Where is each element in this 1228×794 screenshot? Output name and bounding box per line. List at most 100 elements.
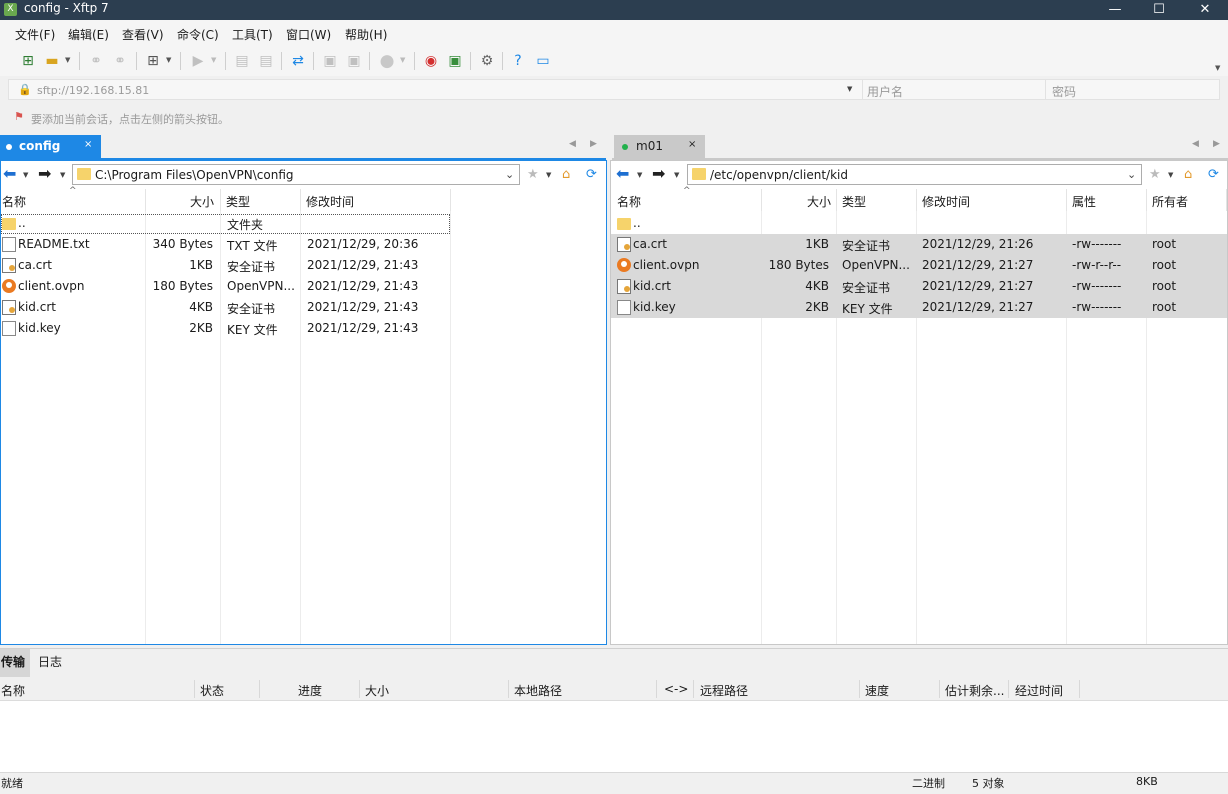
file-row[interactable]: kid.key 2KB KEY 文件 2021/12/29, 21:27 -rw----… — [611, 297, 1227, 318]
col-type[interactable]: 类型 — [837, 189, 917, 211]
tab-close-icon[interactable]: × — [688, 139, 696, 150]
home-icon[interactable]: ⌂ — [1184, 167, 1192, 182]
path-dropdown-icon[interactable]: ⌄ — [1127, 168, 1136, 181]
col-size[interactable]: 大小 — [146, 189, 221, 211]
back-dropdown-icon[interactable]: ▼ — [23, 171, 28, 179]
tcol-status[interactable]: 状态 — [200, 682, 224, 699]
status-circle-icon[interactable]: ● — [377, 51, 397, 71]
document-icon[interactable]: ▤ — [232, 51, 252, 71]
new-tab-icon[interactable]: ⊞ — [143, 51, 163, 71]
favorite-star-icon[interactable]: ★ — [527, 167, 539, 182]
play-icon[interactable]: ▶ — [188, 51, 208, 71]
chat-icon[interactable]: ▭ — [533, 51, 553, 71]
menu-edit[interactable]: 编辑(E) — [68, 26, 109, 43]
col-owner[interactable]: 所有者 — [1147, 189, 1227, 211]
col-modified[interactable]: 修改时间 — [301, 189, 451, 211]
refresh-icon[interactable]: ⟳ — [586, 167, 597, 182]
file-row[interactable]: kid.crt 4KB 安全证书 2021/12/29, 21:43 — [1, 297, 606, 318]
connect-icon[interactable]: ⚭ — [86, 51, 106, 71]
tcol-progress[interactable]: 进度 — [298, 682, 322, 699]
tcol-remote-path[interactable]: 远程路径 — [700, 682, 748, 699]
host-input[interactable]: sftp://192.168.15.81 — [37, 84, 149, 97]
refresh-icon[interactable]: ⟳ — [1208, 167, 1219, 182]
back-dropdown-icon[interactable]: ▼ — [637, 171, 642, 179]
maximize-button[interactable]: ☐ — [1136, 0, 1182, 20]
tab-m01[interactable]: m01 × — [614, 135, 705, 159]
open-folder-icon[interactable]: ▬ — [42, 51, 62, 71]
tcol-eta[interactable]: 估计剩余... — [945, 682, 1004, 699]
tcol-direction[interactable]: <-> — [664, 682, 688, 696]
minimize-button[interactable]: — — [1092, 0, 1138, 20]
tab-next-icon[interactable]: ▶ — [590, 139, 597, 149]
tcol-name[interactable]: 名称 — [1, 682, 25, 699]
xftp-green-icon[interactable]: ▣ — [445, 51, 465, 71]
tcol-speed[interactable]: 速度 — [865, 682, 889, 699]
sync-transfer-icon[interactable]: ⇄ — [288, 51, 308, 71]
toolbar-separator — [470, 52, 471, 70]
tab-next-icon[interactable]: ▶ — [1213, 139, 1220, 149]
play-dropdown-icon[interactable]: ▼ — [211, 56, 216, 64]
tab-config[interactable]: config × — [0, 135, 101, 159]
tab-prev-icon[interactable]: ◀ — [569, 139, 576, 149]
file-row[interactable]: kid.crt 4KB 安全证书 2021/12/29, 21:27 -rw------… — [611, 276, 1227, 297]
menu-help[interactable]: 帮助(H) — [345, 26, 387, 43]
file-row[interactable]: client.ovpn 180 Bytes OpenVPN... 2021/12/29… — [611, 255, 1227, 276]
tab-prev-icon[interactable]: ◀ — [1192, 139, 1199, 149]
file-row[interactable]: .. — [611, 213, 1227, 234]
tcol-local-path[interactable]: 本地路径 — [514, 682, 562, 699]
path-dropdown-icon[interactable]: ⌄ — [505, 168, 514, 181]
back-arrow-icon[interactable]: ⬅ — [3, 164, 16, 183]
col-modified[interactable]: 修改时间 — [917, 189, 1067, 211]
local-path-field[interactable]: C:\Program Files\OpenVPN\config ⌄ — [72, 164, 520, 185]
back-arrow-icon[interactable]: ⬅ — [616, 164, 629, 183]
cell-name: kid.crt — [18, 300, 56, 314]
forward-dropdown-icon[interactable]: ▼ — [674, 171, 679, 179]
col-type[interactable]: 类型 — [221, 189, 301, 211]
new-session-icon[interactable]: ⊞ — [18, 51, 38, 71]
bookmark-flag-icon[interactable]: ⚑ — [14, 110, 24, 123]
favorite-dropdown-icon[interactable]: ▼ — [1168, 171, 1173, 179]
forward-arrow-icon[interactable]: ➡ — [652, 164, 665, 183]
tcol-size[interactable]: 大小 — [365, 682, 389, 699]
menu-file[interactable]: 文件(F) — [15, 26, 55, 43]
tcol-separator — [194, 680, 195, 698]
new-tab-dropdown-icon[interactable]: ▼ — [166, 56, 171, 64]
file-row[interactable]: ca.crt 1KB 安全证书 2021/12/29, 21:43 — [1, 255, 606, 276]
disconnect-icon[interactable]: ⚭ — [110, 51, 130, 71]
col-attributes[interactable]: 属性 — [1067, 189, 1147, 211]
col-name[interactable]: 名称 — [1, 189, 146, 211]
remote-path-field[interactable]: /etc/openvpn/client/kid ⌄ — [687, 164, 1142, 185]
favorite-star-icon[interactable]: ★ — [1149, 167, 1161, 182]
file-row[interactable]: client.ovpn 180 Bytes OpenVPN... 2021/12/29… — [1, 276, 606, 297]
home-icon[interactable]: ⌂ — [562, 167, 570, 182]
menu-view[interactable]: 查看(V) — [122, 26, 164, 43]
gear-icon[interactable]: ⚙ — [477, 51, 497, 71]
open-dropdown-icon[interactable]: ▼ — [65, 56, 70, 64]
password-input[interactable]: 密码 — [1052, 83, 1076, 100]
tab-transfer[interactable]: 传输 — [1, 653, 25, 670]
tab-log[interactable]: 日志 — [38, 653, 62, 670]
file-row[interactable]: ca.crt 1KB 安全证书 2021/12/29, 21:26 -rw-------… — [611, 234, 1227, 255]
close-button[interactable]: ✕ — [1182, 0, 1228, 20]
col-name[interactable]: 名称 — [611, 189, 762, 211]
favorite-dropdown-icon[interactable]: ▼ — [546, 171, 551, 179]
help-icon[interactable]: ? — [508, 51, 528, 71]
tab-close-icon[interactable]: × — [84, 139, 92, 150]
file-row[interactable]: kid.key 2KB KEY 文件 2021/12/29, 21:43 — [1, 318, 606, 339]
forward-dropdown-icon[interactable]: ▼ — [60, 171, 65, 179]
toolbar-overflow-icon[interactable]: ▼ — [1215, 64, 1220, 72]
username-input[interactable]: 用户名 — [867, 83, 903, 100]
copy-icon[interactable]: ▣ — [320, 51, 340, 71]
status-dropdown-icon[interactable]: ▼ — [400, 56, 405, 64]
host-dropdown-icon[interactable]: ▼ — [847, 85, 852, 93]
col-size[interactable]: 大小 — [762, 189, 837, 211]
tcol-elapsed[interactable]: 经过时间 — [1015, 682, 1063, 699]
menu-window[interactable]: 窗口(W) — [286, 26, 331, 43]
paste-icon[interactable]: ▣ — [344, 51, 364, 71]
xshell-icon[interactable]: ◉ — [421, 51, 441, 71]
menu-tools[interactable]: 工具(T) — [232, 26, 273, 43]
file-row[interactable]: README.txt 340 Bytes TXT 文件 2021/12/29, 20:… — [1, 234, 606, 255]
menu-command[interactable]: 命令(C) — [177, 26, 219, 43]
properties-icon[interactable]: ▤ — [256, 51, 276, 71]
forward-arrow-icon[interactable]: ➡ — [38, 164, 51, 183]
